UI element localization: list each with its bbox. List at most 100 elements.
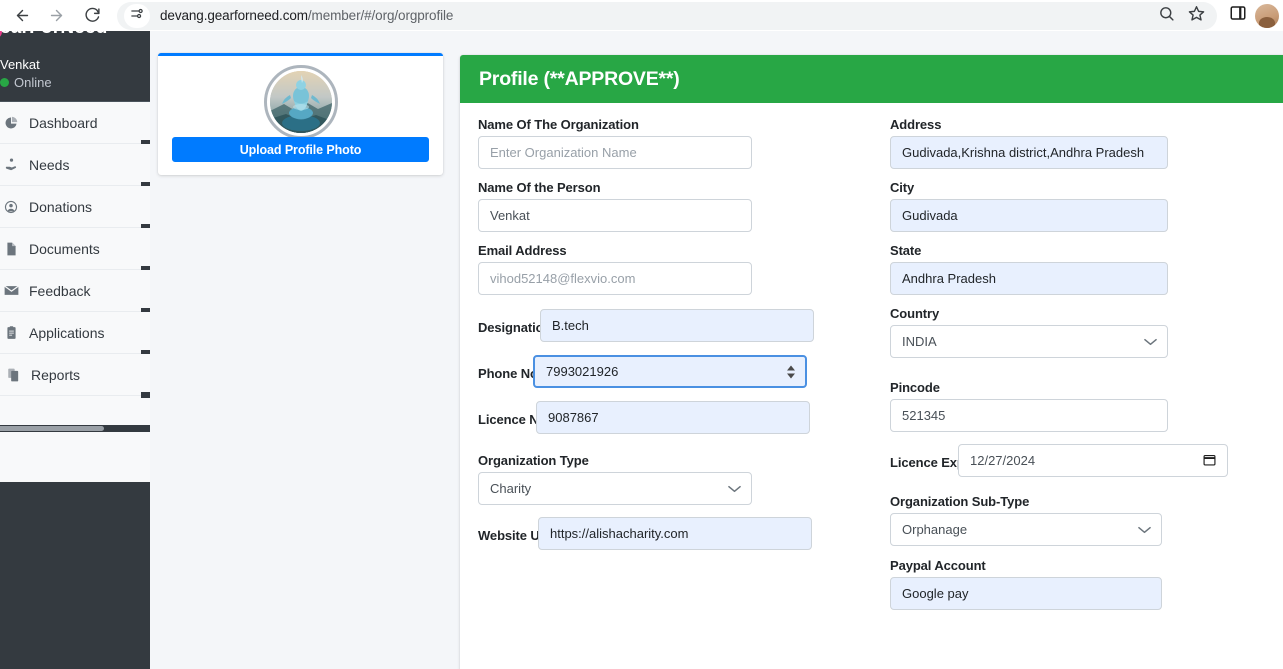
sidebar-item-label: Needs	[29, 156, 70, 173]
profile-form-card: Profile (**APPROVE**) Name Of The Organi…	[460, 55, 1283, 669]
field-label: Name Of The Organization	[478, 117, 639, 132]
nav-divider-tick	[141, 392, 150, 398]
org-name-input[interactable]: Enter Organization Name	[478, 136, 752, 169]
upload-profile-photo-button[interactable]: Upload Profile Photo	[172, 137, 429, 162]
chevron-down-icon	[728, 485, 741, 493]
browser-actions	[1223, 1, 1283, 31]
site-settings-button[interactable]	[124, 3, 150, 28]
field-phone: Phone No. 7993021926	[478, 355, 858, 395]
sidebar-horizontal-scrollbar[interactable]	[0, 425, 150, 432]
main-content: Upload Profile Photo Profile (**APPROVE*…	[150, 31, 1283, 669]
profile-avatar-icon[interactable]	[1255, 3, 1279, 28]
user-circle-icon	[0, 200, 22, 214]
address-bar[interactable]: devang.gearforneed.com/member/#/org/orgp…	[117, 1, 1217, 30]
form-card-body: Name Of The Organization Enter Organizat…	[460, 103, 1283, 669]
url-domain: devang.gearforneed.com	[160, 8, 308, 23]
field-state: State Andhra Pradesh	[890, 243, 1270, 295]
scrollbar-thumb[interactable]	[0, 426, 104, 431]
clipboard-icon	[0, 325, 22, 340]
url-path: /member/#/org/orgprofile	[307, 8, 454, 23]
profile-photo-card: Upload Profile Photo	[158, 53, 443, 175]
country-select[interactable]: INDIA	[890, 325, 1168, 358]
star-bookmark-icon	[1188, 5, 1205, 27]
sidebar-item-donations[interactable]: Donations	[0, 186, 150, 230]
field-label: Country	[890, 306, 940, 321]
email-input[interactable]: vihod52148@flexvio.com	[478, 262, 752, 295]
sidebar-item-needs[interactable]: Needs	[0, 144, 150, 188]
forward-arrow-icon	[48, 7, 65, 24]
field-label: Organization Sub-Type	[890, 494, 1030, 509]
sidebar-item-documents[interactable]: Documents	[0, 228, 150, 272]
field-label: Pincode	[890, 380, 940, 395]
licence-exp-date-input[interactable]: 12/27/2024	[958, 444, 1228, 477]
field-org-type: Organization Type Charity	[478, 453, 858, 505]
site-settings-icon	[130, 6, 145, 26]
back-button[interactable]	[7, 1, 37, 31]
state-input[interactable]: Andhra Pradesh	[890, 262, 1168, 295]
avatar	[263, 65, 338, 139]
designation-input[interactable]: B.tech	[540, 309, 814, 342]
envelope-icon	[0, 284, 22, 297]
person-name-input[interactable]: Venkat	[478, 199, 752, 232]
sidebar-user-panel[interactable]: Venkat Online	[0, 45, 150, 102]
field-designation: Designation B.tech	[478, 309, 858, 349]
copy-files-icon	[2, 368, 24, 382]
avatar-image	[269, 71, 332, 133]
dashboard-pie-icon	[0, 116, 22, 130]
sidebar-user-name: Venkat	[0, 56, 40, 72]
field-licence-exp: Licence Exp 12/27/2024	[890, 444, 1270, 484]
field-label: Licence Exp	[890, 455, 965, 470]
sidebar-item-label: Documents	[29, 240, 100, 257]
sidebar-item-applications[interactable]: Applications	[0, 312, 150, 356]
pincode-input[interactable]: 521345	[890, 399, 1168, 432]
field-city: City Gudivada	[890, 180, 1270, 232]
zoom-button[interactable]	[1153, 3, 1179, 29]
phone-input[interactable]: 7993021926	[533, 355, 807, 388]
field-licence-no: Licence No 9087867	[478, 401, 858, 441]
side-panel-button[interactable]	[1223, 1, 1253, 31]
forward-button[interactable]	[41, 1, 71, 31]
field-label: Organization Type	[478, 453, 589, 468]
sidebar-item-reports[interactable]: › Reports	[0, 354, 150, 398]
form-card-header: Profile (**APPROVE**)	[460, 55, 1283, 103]
url-text: devang.gearforneed.com/member/#/org/orgp…	[160, 8, 453, 23]
field-label: Phone No.	[478, 366, 542, 381]
city-input[interactable]: Gudivada	[890, 199, 1168, 232]
bookmark-button[interactable]	[1183, 3, 1209, 29]
field-person-name: Name Of the Person Venkat	[478, 180, 858, 232]
deity-avatar-icon	[269, 71, 332, 133]
field-label: Paypal Account	[890, 558, 986, 573]
sidebar-item-dashboard[interactable]: Dashboard	[0, 102, 150, 146]
website-url-input[interactable]: https://alishacharity.com	[538, 517, 812, 550]
back-arrow-icon	[14, 7, 31, 24]
sidebar-item-label: Donations	[29, 198, 93, 215]
field-org-name: Name Of The Organization Enter Organizat…	[478, 117, 858, 169]
org-type-value: Charity	[490, 481, 532, 496]
document-icon	[0, 242, 22, 256]
sidebar-item-label: Dashboard	[29, 114, 98, 131]
number-spinner-icon[interactable]	[787, 365, 795, 378]
field-label: City	[890, 180, 915, 195]
sidebar: GearForNeed Venkat Online Dashboard	[0, 31, 150, 669]
org-type-select[interactable]: Charity	[478, 472, 752, 505]
sidebar-item-feedback[interactable]: Feedback	[0, 270, 150, 314]
org-subtype-select[interactable]: Orphanage	[890, 513, 1162, 546]
address-input[interactable]: Gudivada,Krishna district,Andhra Pradesh	[890, 136, 1168, 169]
sidebar-brand[interactable]: GearForNeed	[0, 31, 150, 45]
online-status-dot-icon	[0, 77, 9, 87]
sidebar-user-status-label: Online	[14, 74, 52, 90]
field-label: State	[890, 243, 922, 258]
licence-no-input[interactable]: 9087867	[536, 401, 810, 434]
zoom-search-icon	[1158, 5, 1175, 27]
chevron-down-icon	[1138, 526, 1151, 534]
country-value: INDIA	[902, 334, 937, 349]
field-org-subtype: Organization Sub-Type Orphanage	[890, 494, 1270, 546]
field-email: Email Address vihod52148@flexvio.com	[478, 243, 858, 295]
brand-text: GearForNeed	[0, 31, 108, 39]
reload-button[interactable]	[77, 1, 107, 31]
page-root: GearForNeed Venkat Online Dashboard	[0, 31, 1283, 669]
org-subtype-value: Orphanage	[902, 522, 968, 537]
calendar-icon[interactable]	[1203, 453, 1216, 469]
form-column-left: Name Of The Organization Enter Organizat…	[478, 117, 858, 563]
paypal-account-input[interactable]: Google pay	[890, 577, 1162, 610]
